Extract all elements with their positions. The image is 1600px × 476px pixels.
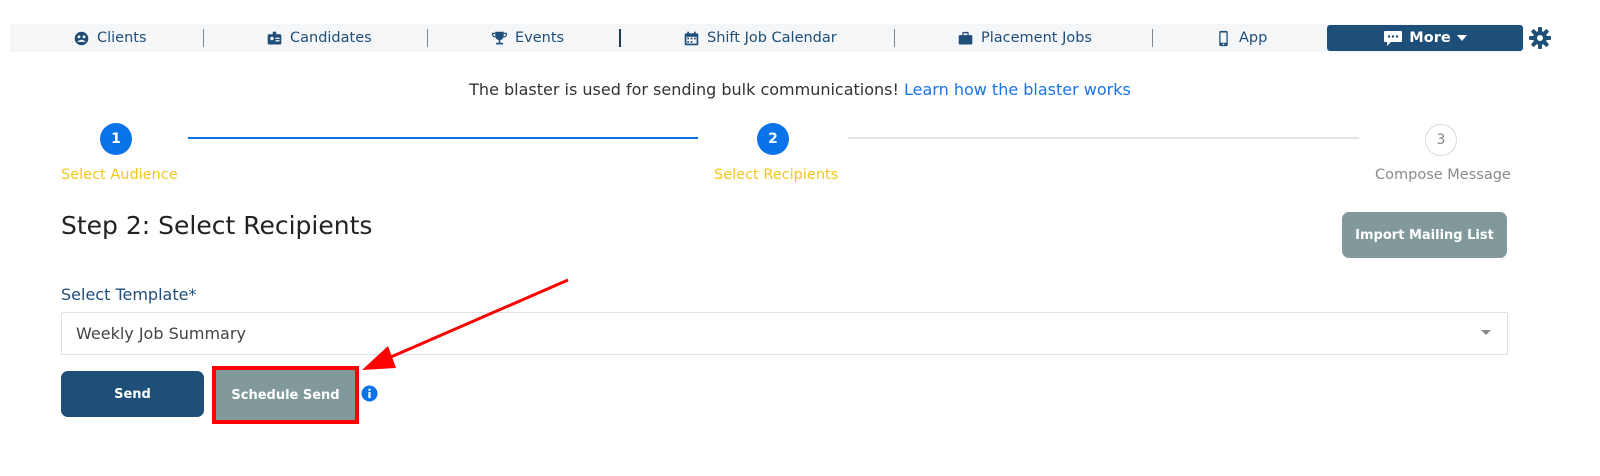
nav-divider xyxy=(619,29,621,47)
step-1-label: Select Audience xyxy=(61,167,178,183)
nav-label: Placement Jobs xyxy=(981,30,1092,46)
step-1-circle[interactable]: 1 xyxy=(100,123,132,155)
template-select[interactable]: Weekly Job Summary xyxy=(61,312,1508,355)
nav-divider xyxy=(894,29,895,47)
clients-icon xyxy=(74,31,89,45)
step-2-circle[interactable]: 2 xyxy=(757,123,789,155)
nav-label: Shift Job Calendar xyxy=(707,30,837,46)
nav-item-app[interactable]: App xyxy=(1215,24,1267,52)
phone-icon xyxy=(1219,30,1228,46)
nav-divider xyxy=(1152,29,1153,47)
caret-down-icon xyxy=(1456,35,1467,41)
chat-icon xyxy=(1384,30,1403,46)
page-title: Step 2: Select Recipients xyxy=(61,211,373,240)
blaster-info: The blaster is used for sending bulk com… xyxy=(0,80,1600,99)
nav-label: App xyxy=(1239,30,1268,46)
step-connector-complete xyxy=(188,137,698,139)
nav-divider xyxy=(427,29,428,47)
highlight-box xyxy=(212,366,359,424)
nav-label: Events xyxy=(515,30,565,46)
info-icon[interactable] xyxy=(361,385,378,402)
nav-label: Clients xyxy=(97,30,147,46)
more-menu-button[interactable]: More xyxy=(1327,25,1523,51)
step-2-label: Select Recipients xyxy=(714,167,839,183)
send-button[interactable]: Send xyxy=(61,371,204,417)
nav-item-events[interactable]: Events xyxy=(491,24,564,52)
template-label: Select Template* xyxy=(61,285,197,304)
annotation-arrow xyxy=(362,278,569,370)
trophy-icon xyxy=(491,31,508,44)
more-label: More xyxy=(1409,30,1451,46)
briefcase-icon xyxy=(958,31,973,44)
nav-item-placement-jobs[interactable]: Placement Jobs xyxy=(957,24,1092,52)
import-mailing-list-button[interactable]: Import Mailing List xyxy=(1342,212,1507,258)
top-nav: Clients Candidates Events Shift Job Cale… xyxy=(10,24,1524,52)
step-connector-pending xyxy=(848,137,1359,139)
id-badge-icon xyxy=(267,31,282,44)
step-3-circle[interactable]: 3 xyxy=(1425,124,1457,156)
nav-item-candidates[interactable]: Candidates xyxy=(266,24,372,52)
calendar-icon xyxy=(684,31,699,45)
nav-item-shift-job-calendar[interactable]: Shift Job Calendar xyxy=(683,24,837,52)
template-select-value: Weekly Job Summary xyxy=(76,324,246,343)
gear-icon[interactable] xyxy=(1528,26,1552,50)
nav-item-clients[interactable]: Clients xyxy=(73,24,147,52)
info-text: The blaster is used for sending bulk com… xyxy=(469,80,899,99)
caret-down-icon xyxy=(1481,330,1491,335)
learn-blaster-link[interactable]: Learn how the blaster works xyxy=(904,80,1131,99)
nav-divider xyxy=(203,29,204,47)
step-3-label: Compose Message xyxy=(1375,167,1511,183)
nav-label: Candidates xyxy=(290,30,372,46)
